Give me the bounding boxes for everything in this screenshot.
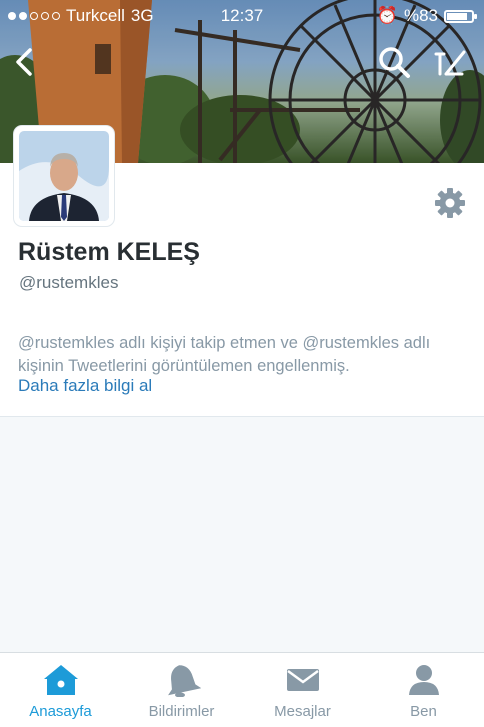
alarm-icon: ⏰ (376, 6, 398, 25)
tab-messages[interactable]: Mesajlar (242, 653, 363, 727)
tab-messages-label: Mesajlar (274, 703, 331, 720)
bell-icon (168, 665, 201, 697)
search-button[interactable] (376, 44, 412, 80)
learn-more-link[interactable]: Daha fazla bilgi al (18, 376, 152, 396)
profile-avatar-frame[interactable] (14, 126, 114, 226)
status-time: 12:37 (220, 6, 264, 25)
profile-handle: @rustemkles (19, 273, 119, 292)
back-button[interactable] (8, 44, 44, 80)
compose-tweet-button[interactable] (432, 44, 468, 80)
home-icon (44, 665, 78, 695)
back-chevron-icon (16, 48, 32, 76)
tab-notifications-label: Bildirimler (148, 703, 215, 720)
blocked-message: @rustemkles adlı kişiyi takip etmen ve @… (18, 334, 431, 375)
tab-bar: Anasayfa Bildirimler Mesajlar Ben (0, 652, 484, 727)
battery-percent: %83 (403, 6, 438, 25)
profile-name: Rüstem KELEŞ (18, 238, 200, 266)
tab-me-label: Ben (410, 703, 437, 720)
envelope-icon (287, 669, 319, 691)
tab-me[interactable]: Ben (363, 653, 484, 727)
avatar (19, 131, 109, 221)
compose-tweet-icon (434, 50, 466, 76)
battery-icon (444, 9, 477, 23)
tab-home-label: Anasayfa (29, 703, 92, 720)
tab-home[interactable]: Anasayfa (0, 653, 121, 727)
search-icon (379, 47, 410, 78)
gear-icon (435, 188, 465, 218)
settings-button[interactable] (434, 187, 466, 219)
status-bar: Turkcell 3G 12:37 ⏰ %83 (0, 0, 484, 32)
person-icon (409, 665, 439, 695)
tab-notifications[interactable]: Bildirimler (121, 653, 242, 727)
